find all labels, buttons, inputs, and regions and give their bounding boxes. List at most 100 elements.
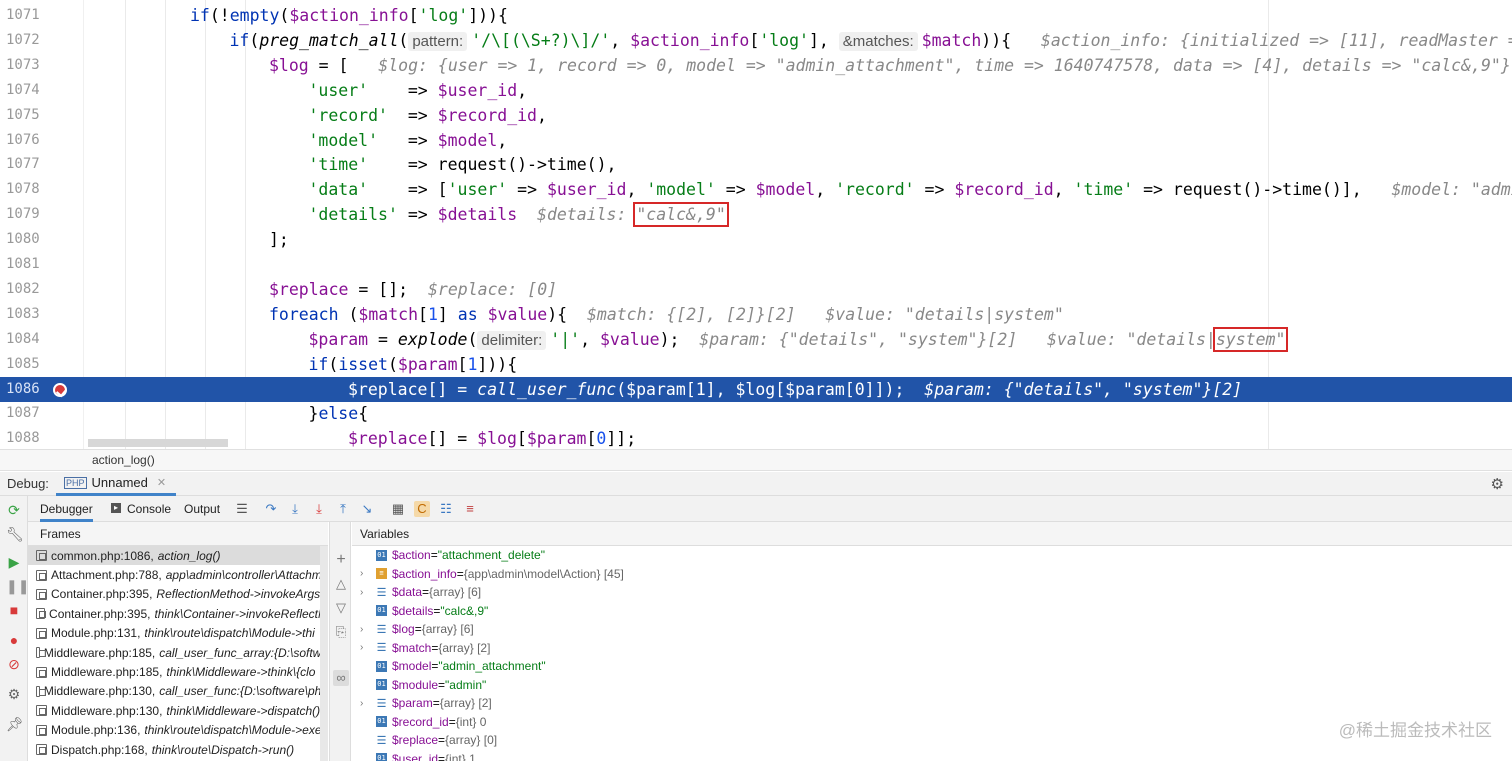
frames-list[interactable]: common.php:1086, action_log() Attachment.… — [28, 546, 328, 761]
wrench-icon[interactable]: 🔧︎ — [6, 526, 24, 542]
code-line[interactable]: 1072 if(preg_match_all(pattern: '/\[(\S+?)… — [0, 28, 1512, 53]
line-number[interactable]: 1081 — [6, 252, 46, 277]
code-line[interactable]: 1082 $replace = []; $replace: [0] — [0, 277, 1512, 302]
tab-output[interactable]: Output — [184, 496, 220, 522]
mute-breakpoints-icon[interactable]: ⊘ — [6, 656, 22, 672]
frame-row[interactable]: Module.php:131, think\route\dispatch\Mod… — [28, 624, 328, 643]
line-number[interactable]: 1084 — [6, 327, 46, 352]
variable-row[interactable]: › ☰ $data = {array} [6] — [352, 583, 1512, 602]
pause-icon[interactable]: ❚❚ — [6, 578, 29, 594]
variable-row[interactable]: › ≡ $action_info = {app\admin\model\Action… — [352, 565, 1512, 584]
frame-row[interactable]: Container.php:395, think\Container->invo… — [28, 604, 328, 623]
frames-scrollbar[interactable] — [320, 546, 328, 761]
add-icon[interactable]: + — [333, 552, 349, 568]
code-token: [] = — [427, 429, 478, 449]
code-line[interactable]: 1076 'model' => $model, — [0, 128, 1512, 153]
variable-row[interactable]: 01 $details = "calc&,9" — [352, 602, 1512, 621]
line-number[interactable]: 1087 — [6, 401, 46, 426]
expand-arrow-icon[interactable]: › — [360, 568, 376, 579]
code-line[interactable]: 1080]; — [0, 227, 1512, 252]
variable-row[interactable]: › ☰ $param = {array} [2] — [352, 694, 1512, 713]
expand-arrow-icon[interactable]: › — [360, 698, 376, 709]
code-line[interactable]: 1075 'record' => $record_id, — [0, 103, 1512, 128]
line-number[interactable]: 1071 — [6, 3, 46, 28]
copy-icon[interactable]: ⎘ — [333, 624, 349, 640]
tab-debugger[interactable]: Debugger — [40, 496, 93, 522]
variable-row[interactable]: › ☰ $log = {array} [6] — [352, 620, 1512, 639]
code-line[interactable]: 1073 $log = [ $log: {user => 1, record =>… — [0, 53, 1512, 78]
line-number[interactable]: 1083 — [6, 302, 46, 327]
force-step-into-icon[interactable]: ⤓ — [311, 501, 327, 517]
run-to-cursor-icon[interactable]: ↘ — [359, 501, 375, 517]
gear-icon[interactable]: ⚙ — [1491, 475, 1504, 493]
code-line[interactable]: 1087}else{ — [0, 401, 1512, 426]
code-line[interactable]: 1083 foreach ($match[1] as $value){ $matc… — [0, 302, 1512, 327]
breakpoint-icon[interactable] — [53, 382, 67, 397]
frames-list-icon[interactable]: ☷ — [438, 501, 454, 517]
primitive-icon: 01 — [376, 549, 387, 561]
tab-console[interactable]: Console — [127, 496, 171, 522]
expand-arrow-icon[interactable]: › — [360, 587, 376, 598]
arrow-up-icon[interactable]: △ — [333, 576, 349, 592]
frame-row[interactable]: Middleware.php:130, call_user_func:{D:\s… — [28, 682, 328, 701]
line-number[interactable]: 1086 — [6, 377, 46, 402]
line-number[interactable]: 1082 — [6, 277, 46, 302]
menu-icon[interactable]: ☰ — [234, 501, 250, 517]
frame-row[interactable]: Middleware.php:130, think\Middleware->di… — [28, 701, 328, 720]
variable-row[interactable]: › ☰ $match = {array} [2] — [352, 639, 1512, 658]
add-watch-icon[interactable]: ≡ — [462, 501, 478, 517]
variable-row[interactable]: 01 $model = "admin_attachment" — [352, 657, 1512, 676]
pin-icon[interactable]: 📌︎ — [6, 716, 24, 732]
code-line[interactable]: 1071 if(!empty($action_info['log'])){ — [0, 3, 1512, 28]
settings-icon[interactable]: ⚙ — [6, 686, 22, 702]
code-editor[interactable]: 1071 if(!empty($action_info['log'])){1072… — [0, 0, 1512, 449]
code-line[interactable]: 1081 — [0, 252, 1512, 277]
expand-arrow-icon[interactable]: › — [360, 624, 376, 635]
code-line[interactable]: 1079 'details' => $details $details: "cal… — [0, 202, 1512, 228]
step-out-icon[interactable]: ⤒ — [335, 501, 351, 517]
line-number[interactable]: 1077 — [6, 152, 46, 177]
code-line[interactable]: 1085 if(isset($param[1])){ — [0, 352, 1512, 377]
php-console-icon[interactable]: C — [414, 501, 430, 517]
resume-icon[interactable]: ▶ — [6, 554, 22, 570]
close-icon[interactable]: ✕ — [157, 476, 166, 489]
rerun-icon[interactable]: ⟳ — [6, 502, 22, 518]
line-number[interactable]: 1078 — [6, 177, 46, 202]
code-line[interactable]: 1084 $param = explode(delimiter: '|', $val… — [0, 326, 1512, 352]
glasses-icon[interactable]: ∞ — [333, 670, 349, 686]
frame-row[interactable]: Module.php:136, think\route\dispatch\Mod… — [28, 721, 328, 740]
frame-row[interactable]: Middleware.php:185, call_user_func_array… — [28, 643, 328, 662]
line-number[interactable]: 1079 — [6, 202, 46, 227]
frame-row[interactable]: Middleware.php:185, think\Middleware->th… — [28, 662, 328, 681]
code-line[interactable]: 1074 'user' => $user_id, — [0, 78, 1512, 103]
view-breakpoints-icon[interactable]: ● — [6, 632, 22, 648]
step-into-icon[interactable]: ⤓ — [287, 501, 303, 517]
frame-row[interactable]: Container.php:395, ReflectionMethod->inv… — [28, 585, 328, 604]
variable-row[interactable]: 01 $action = "attachment_delete" — [352, 546, 1512, 565]
line-number[interactable]: 1088 — [6, 426, 46, 449]
line-number[interactable]: 1076 — [6, 128, 46, 153]
code-text: if(isset($param[1])){ — [309, 352, 518, 377]
line-number[interactable]: 1085 — [6, 352, 46, 377]
line-number[interactable]: 1074 — [6, 78, 46, 103]
code-line[interactable]: 1078 'data' => ['user' => $user_id, 'mode… — [0, 177, 1512, 202]
stop-icon[interactable]: ■ — [6, 602, 22, 618]
expand-arrow-icon[interactable]: › — [360, 642, 376, 653]
code-line[interactable]: 1086 $replace[] = call_user_func($param[1… — [0, 376, 1512, 402]
line-number[interactable]: 1075 — [6, 103, 46, 128]
variable-row[interactable]: 01 $user_id = {int} 1 — [352, 750, 1512, 761]
line-number[interactable]: 1080 — [6, 227, 46, 252]
frame-row[interactable]: Dispatch.php:168, think\route\Dispatch->… — [28, 740, 328, 759]
horizontal-scrollbar[interactable] — [88, 439, 228, 447]
step-over-icon[interactable]: ↷ — [263, 501, 279, 517]
code-line[interactable]: 1077 'time' => request()->time(), — [0, 152, 1512, 177]
frame-row[interactable]: Attachment.php:788, app\admin\controller… — [28, 565, 328, 584]
line-number[interactable]: 1073 — [6, 53, 46, 78]
frame-row[interactable]: common.php:1086, action_log() — [28, 546, 328, 566]
breadcrumb[interactable]: action_log() — [0, 449, 1512, 471]
variable-row[interactable]: 01 $module = "admin" — [352, 676, 1512, 695]
arrow-down-icon[interactable]: ▽ — [333, 600, 349, 616]
line-number[interactable]: 1072 — [6, 28, 46, 53]
debug-session-tab[interactable]: PHP Unnamed ✕ — [56, 472, 177, 496]
evaluate-icon[interactable]: ▦ — [390, 501, 406, 517]
